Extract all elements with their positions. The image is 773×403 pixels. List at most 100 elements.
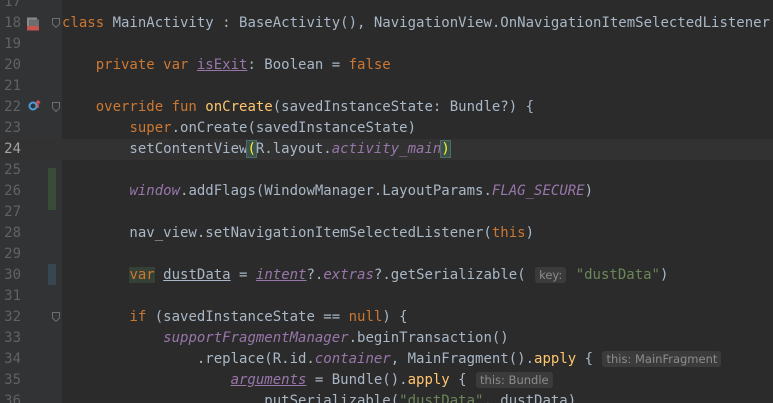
code-row[interactable]: 32 if (savedInstanceState == null) { (0, 307, 773, 328)
code-token: FLAG_SECURE (491, 183, 585, 199)
code-token: apply (407, 372, 450, 388)
code-line[interactable]: override fun onCreate(savedInstanceState… (62, 97, 534, 118)
code-token: ) (440, 140, 451, 158)
line-number[interactable]: 25 (0, 160, 21, 181)
code-row[interactable]: 31 (0, 286, 773, 307)
code-token: onCreate (205, 99, 273, 115)
code-token: "dustData" (575, 267, 660, 283)
code-row[interactable]: 36 putSerializable("dustData", dustData) (0, 391, 773, 403)
code-row[interactable]: 26 window.addFlags(WindowManager.LayoutP… (0, 181, 773, 202)
line-number[interactable]: 26 (0, 181, 21, 202)
code-line[interactable]: setContentView(R.layout.activity_main) (62, 139, 451, 160)
override-method-icon[interactable] (28, 99, 42, 116)
code-token: R.layout. (255, 141, 332, 157)
code-row[interactable]: 21 (0, 76, 773, 97)
code-token: ) { (382, 309, 408, 325)
line-number[interactable]: 23 (0, 118, 21, 139)
code-row[interactable]: 27 (0, 202, 773, 223)
line-number[interactable]: 27 (0, 202, 21, 223)
line-number[interactable]: 33 (0, 328, 21, 349)
code-row[interactable]: 35 arguments = Bundle().apply { this: Bu… (0, 370, 773, 391)
code-token: intent (255, 267, 307, 283)
code-token: (savedInstanceState: Bundle?) { (272, 99, 535, 115)
code-token: putSerializable( (62, 393, 400, 403)
code-row[interactable]: 20 private var isExit: Boolean = false (0, 55, 773, 76)
code-token: activity_main (331, 141, 442, 157)
line-number[interactable]: 31 (0, 286, 21, 307)
line-number[interactable]: 32 (0, 307, 21, 328)
code-line[interactable]: putSerializable("dustData", dustData) (62, 391, 576, 403)
code-token: ) (525, 225, 535, 241)
code-row[interactable]: 28 nav_view.setNavigationItemSelectedLis… (0, 223, 773, 244)
text-caret (449, 141, 451, 157)
vcs-change-marker[interactable] (48, 264, 56, 285)
code-row[interactable]: 23 super.onCreate(savedInstanceState) (0, 118, 773, 139)
code-line[interactable]: private var isExit: Boolean = false (62, 55, 391, 76)
code-token: dustData (163, 267, 231, 283)
line-number[interactable]: 30 (0, 265, 21, 286)
code-token: , dustData) (483, 393, 577, 403)
code-line[interactable]: var dustData = intent?.extras?.getSerial… (62, 265, 668, 286)
code-line[interactable]: window.addFlags(WindowManager.LayoutPara… (62, 181, 593, 202)
code-row[interactable]: 18 class MainActivity : BaseActivity(), N… (0, 13, 773, 34)
line-number[interactable]: 28 (0, 223, 21, 244)
line-number[interactable]: 21 (0, 76, 21, 97)
code-token: MainActivity : BaseActivity(), Navigatio… (112, 15, 773, 31)
code-row[interactable]: 33 supportFragmentManager.beginTransacti… (0, 328, 773, 349)
code-line[interactable]: super.onCreate(savedInstanceState) (62, 118, 416, 139)
code-line[interactable]: if (savedInstanceState == null) { (62, 307, 408, 328)
fold-marker[interactable] (52, 18, 60, 28)
line-number[interactable]: 17 (0, 0, 21, 13)
fold-marker[interactable] (52, 102, 60, 112)
code-token: .onCreate(savedInstanceState) (171, 120, 417, 136)
code-row[interactable]: 25 (0, 160, 773, 181)
code-row[interactable]: 34 .replace(R.id.container, MainFragment… (0, 349, 773, 370)
code-token: .addFlags(WindowManager.LayoutParams. (180, 183, 492, 199)
code-token: null (348, 309, 383, 325)
line-number[interactable]: 29 (0, 244, 21, 265)
code-token: .beginTransaction() (348, 330, 509, 346)
code-token: var (129, 267, 155, 283)
line-number[interactable]: 22 (0, 97, 21, 118)
code-token: : Boolean = (247, 57, 349, 73)
code-token: = Bundle(). (306, 372, 408, 388)
code-line[interactable]: nav_view.setNavigationItemSelectedListen… (62, 223, 534, 244)
code-token: ?.getSerializable( (373, 267, 535, 283)
code-row[interactable]: 30 var dustData = intent?.extras?.getSer… (0, 265, 773, 286)
code-editor[interactable]: 17 18 class MainActivity : BaseActivity(),… (0, 0, 773, 403)
line-number[interactable]: 19 (0, 34, 21, 55)
code-line[interactable]: .replace(R.id.container, MainFragment().… (62, 349, 722, 370)
code-token: supportFragmentManager (163, 330, 349, 346)
code-row[interactable]: 24 setContentView(R.layout.activity_main… (0, 139, 773, 160)
code-token: nav_view.setNavigationItemSelectedListen… (62, 225, 492, 241)
code-token: setContentView (62, 141, 248, 157)
code-row[interactable]: 22 override fun onCreate(savedInstanceSt… (0, 97, 773, 118)
line-number[interactable]: 18 (0, 13, 21, 34)
code-token: class (62, 15, 113, 31)
kotlin-class-icon[interactable] (26, 17, 40, 35)
line-number[interactable]: 24 (0, 139, 21, 160)
code-line[interactable]: class MainActivity : BaseActivity(), Nav… (62, 13, 773, 34)
code-row[interactable]: 17 (0, 0, 773, 13)
code-token: override fun (62, 99, 206, 115)
code-token: ) (584, 183, 594, 199)
code-token: "dustData" (399, 393, 484, 403)
code-token: this (491, 225, 526, 241)
code-line[interactable]: arguments = Bundle().apply { this: Bundl… (62, 370, 554, 391)
code-token: super (129, 120, 172, 136)
code-token: .replace(R.id. (62, 351, 315, 367)
code-row[interactable]: 19 (0, 34, 773, 55)
fold-marker[interactable] (52, 312, 60, 322)
line-number[interactable]: 35 (0, 370, 21, 391)
code-line[interactable]: supportFragmentManager.beginTransaction(… (62, 328, 509, 349)
line-number[interactable]: 34 (0, 349, 21, 370)
line-number[interactable]: 36 (0, 391, 21, 403)
vcs-change-marker[interactable] (48, 168, 56, 210)
code-row[interactable]: 29 (0, 244, 773, 265)
line-number[interactable]: 20 (0, 55, 21, 76)
